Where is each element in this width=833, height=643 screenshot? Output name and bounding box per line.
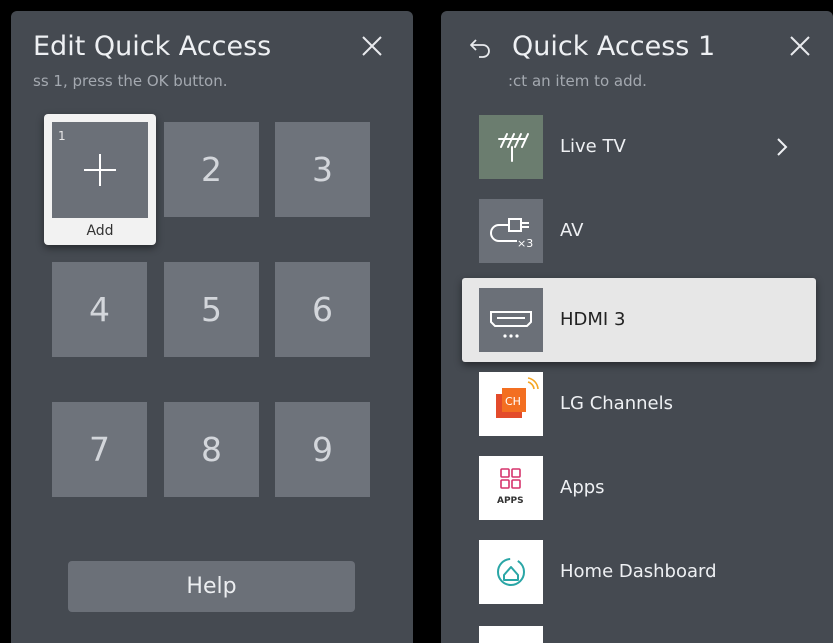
apps-icon: APPS	[479, 456, 543, 520]
list-item-label: HDMI 3	[560, 309, 626, 330]
list-item-label: Home Dashboard	[560, 561, 717, 582]
list-item-label: AV	[560, 220, 584, 241]
quick-access-select-panel: Quick Access 1 :ct an item to add. Live …	[441, 11, 833, 643]
svg-text:×3: ×3	[517, 237, 533, 250]
page-title: Edit Quick Access	[33, 31, 272, 62]
help-button[interactable]: Help	[68, 561, 355, 612]
list-item-label: Apps	[560, 477, 605, 498]
slot-1-add-button[interactable]: 1 Add	[44, 114, 156, 245]
slot-3-tile[interactable]: 3	[275, 122, 370, 217]
svg-text:APPS: APPS	[497, 496, 524, 506]
list-item-apps[interactable]: APPS Apps	[462, 446, 816, 530]
list-item-label: LG Channels	[560, 393, 673, 414]
antenna-icon	[479, 115, 543, 179]
plus-icon	[84, 154, 116, 186]
slot-2-tile[interactable]: 2	[164, 122, 259, 217]
slot-8-tile[interactable]: 8	[164, 402, 259, 497]
slot-number: 1	[58, 129, 66, 143]
instruction-text: :ct an item to add.	[508, 72, 647, 90]
lg-channels-icon: CH	[479, 372, 543, 436]
av-cable-icon: ×3	[479, 199, 543, 263]
slot-4-tile[interactable]: 4	[52, 262, 147, 357]
list-item-label: Live TV	[560, 136, 626, 157]
list-item-live-tv[interactable]: Live TV	[462, 105, 816, 189]
slot-5-tile[interactable]: 5	[164, 262, 259, 357]
hdmi-icon	[479, 288, 543, 352]
list-item-lg-channels[interactable]: CH LG Channels	[462, 362, 816, 446]
slot-9-tile[interactable]: 9	[275, 402, 370, 497]
slot-7-tile[interactable]: 7	[52, 402, 147, 497]
list-item-hdmi-3[interactable]: HDMI 3	[462, 278, 816, 362]
list-item-home-dashboard[interactable]: Home Dashboard	[462, 530, 816, 614]
home-dashboard-icon	[479, 540, 543, 604]
chevron-right-icon	[777, 138, 788, 156]
instruction-text: ss 1, press the OK button.	[33, 72, 228, 90]
close-icon[interactable]	[789, 35, 811, 57]
page-title: Quick Access 1	[512, 31, 716, 62]
close-icon[interactable]	[361, 35, 383, 57]
slot-6-tile[interactable]: 6	[275, 262, 370, 357]
list-item-av[interactable]: ×3 AV	[462, 189, 816, 273]
list-item-next-thumbnail	[479, 626, 543, 643]
add-label: Add	[86, 223, 114, 239]
back-icon[interactable]	[469, 36, 493, 58]
edit-quick-access-panel: Edit Quick Access ss 1, press the OK but…	[11, 11, 413, 643]
svg-text:CH: CH	[505, 395, 521, 408]
